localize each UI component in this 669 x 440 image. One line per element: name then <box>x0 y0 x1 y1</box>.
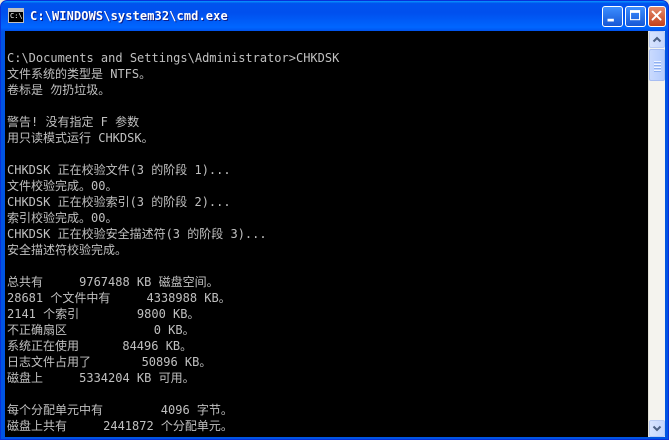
close-icon <box>651 10 662 21</box>
maximize-icon <box>629 10 641 21</box>
console-line: CHKDSK 正在校验安全描述符(3 的阶段 3)... <box>7 227 267 241</box>
minimize-icon <box>607 18 614 22</box>
maximize-button[interactable] <box>625 6 646 27</box>
console-line: 安全描述符校验完成。 <box>7 243 128 257</box>
cmd-window: C:\ C:\WINDOWS\system32\cmd.exe C:\Docum… <box>0 0 669 440</box>
scroll-up-button[interactable] <box>649 31 665 48</box>
console-line: 警告! 没有指定 F 参数 <box>7 115 140 129</box>
console-line: 索引校验完成。00。 <box>7 211 118 225</box>
thumb-grip-line <box>654 64 661 66</box>
console-output[interactable]: C:\Documents and Settings\Administrator>… <box>5 31 648 437</box>
console-line: 系统正在使用 84496 KB。 <box>7 339 193 353</box>
console-line: 总共有 9767488 KB 磁盘空间。 <box>7 275 219 289</box>
window-title: C:\WINDOWS\system32\cmd.exe <box>30 9 228 23</box>
console-line: 用只读模式运行 CHKDSK。 <box>7 131 154 145</box>
cmd-console-icon[interactable]: C:\ <box>8 8 24 23</box>
vertical-scrollbar[interactable] <box>648 31 665 437</box>
console-line: 2141 个索引 9800 KB。 <box>7 307 200 321</box>
console-line: 每个分配单元中有 4096 字节。 <box>7 403 233 417</box>
console-lines: C:\Documents and Settings\Administrator>… <box>7 34 339 434</box>
console-line: 28681 个文件中有 4338988 KB。 <box>7 291 231 305</box>
console-line: CHKDSK 正在校验索引(3 的阶段 2)... <box>7 195 231 209</box>
console-line: 文件系统的类型是 NTFS。 <box>7 67 152 81</box>
scrollbar-thumb[interactable] <box>649 49 665 81</box>
scroll-down-button[interactable] <box>649 420 665 437</box>
scroll-up-arrow-icon <box>652 36 662 43</box>
thumb-grip-line <box>654 70 661 72</box>
console-line: 磁盘上 5334204 KB 可用。 <box>7 371 195 385</box>
thumb-grip-line <box>654 67 661 69</box>
close-button[interactable] <box>648 6 666 27</box>
console-line: CHKDSK 正在校验文件(3 的阶段 1)... <box>7 163 231 177</box>
thumb-grip-line <box>654 61 661 63</box>
console-line: 磁盘上共有 2441872 个分配单元。 <box>7 419 233 433</box>
minimize-button[interactable] <box>602 6 623 27</box>
console-line: 不正确扇区 0 KB。 <box>7 323 195 337</box>
console-icon-text: C:\ <box>10 12 23 20</box>
scroll-down-arrow-icon <box>652 425 662 432</box>
console-line: 卷标是 勿扔垃圾。 <box>7 83 111 97</box>
console-line: C:\Documents and Settings\Administrator>… <box>7 51 340 65</box>
title-bar[interactable]: C:\ C:\WINDOWS\system32\cmd.exe <box>1 1 668 31</box>
console-line: 文件校验完成。00。 <box>7 179 118 193</box>
console-line: 日志文件占用了 50896 KB。 <box>7 355 212 369</box>
